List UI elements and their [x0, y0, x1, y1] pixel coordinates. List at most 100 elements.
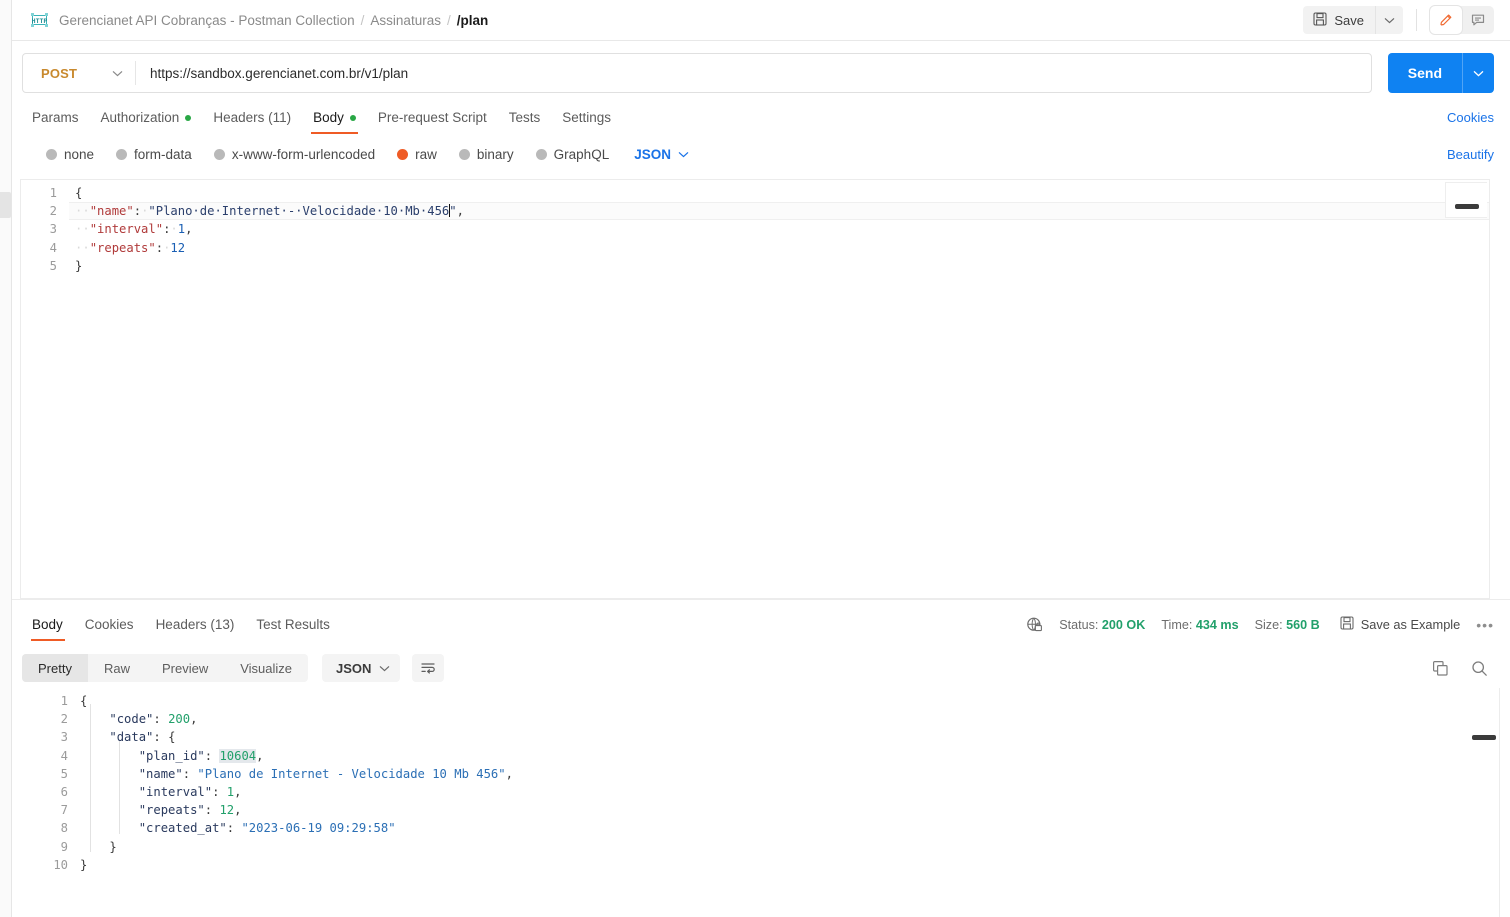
code-line[interactable]: "data": { [80, 728, 1510, 746]
code-line[interactable]: } [75, 257, 1489, 275]
code-line[interactable]: "repeats": 12, [80, 801, 1510, 819]
response-tabs: Body Cookies Headers (13) Test Results S… [12, 608, 1510, 641]
code-line[interactable]: } [80, 838, 1510, 856]
response-tab-cookies[interactable]: Cookies [74, 617, 145, 641]
tab-headers[interactable]: Headers (11) [202, 110, 302, 134]
editor-horizontal-scrollbar[interactable] [1455, 204, 1479, 209]
body-type-form-data[interactable]: form-data [105, 147, 203, 162]
save-button[interactable]: Save [1303, 6, 1375, 34]
edit-mode-button[interactable] [1430, 6, 1462, 34]
editor-code-content[interactable]: {··"name":·"Plano·de·Internet·-·Velocida… [75, 180, 1489, 275]
response-scroll-marker[interactable] [1472, 735, 1496, 740]
radio-icon [535, 148, 547, 160]
view-mode-pretty[interactable]: Pretty [22, 654, 88, 682]
tab-params[interactable]: Params [22, 110, 90, 134]
comments-button[interactable] [1462, 6, 1494, 34]
code-token: "name" [89, 204, 134, 219]
send-button[interactable]: Send [1388, 53, 1462, 93]
save-dropdown-button[interactable] [1375, 6, 1403, 34]
code-line[interactable]: "plan_id": 10604, [80, 747, 1510, 765]
code-line[interactable]: { [75, 184, 1489, 202]
svg-text:HTTP: HTTP [32, 17, 48, 25]
request-body-editor[interactable]: 12345 {··"name":·"Plano·de·Internet·-·Ve… [20, 179, 1490, 599]
wrap-lines-button[interactable] [412, 654, 445, 682]
copy-icon[interactable] [1432, 660, 1449, 677]
line-number: 9 [60, 839, 68, 854]
code-line[interactable]: } [80, 856, 1510, 874]
search-icon[interactable] [1471, 660, 1488, 677]
line-number: 3 [49, 222, 57, 237]
code-token: "2023-06-19 09:29:58" [241, 821, 396, 836]
ellipsis-icon[interactable]: ••• [1476, 617, 1494, 633]
code-token: "plan_id" [138, 748, 205, 763]
tab-settings[interactable]: Settings [551, 110, 622, 134]
response-tab-headers[interactable]: Headers (13) [145, 617, 246, 641]
save-button-label: Save [1334, 12, 1364, 28]
header-divider [1416, 9, 1417, 31]
code-token: "created_at" [138, 821, 227, 836]
view-mode-visualize[interactable]: Visualize [224, 654, 308, 682]
code-line[interactable]: "code": 200, [80, 710, 1510, 728]
chevron-down-icon [112, 70, 123, 76]
cookies-link[interactable]: Cookies [1447, 110, 1494, 134]
breadcrumb-collection[interactable]: Gerencianet API Cobranças - Postman Coll… [59, 13, 355, 28]
status-code-stat[interactable]: Status: 200 OK [1059, 618, 1145, 632]
response-tab-body[interactable]: Body [22, 617, 74, 641]
view-mode-raw[interactable]: Raw [88, 654, 146, 682]
time-label: Time: [1161, 617, 1193, 632]
response-tab-test-results[interactable]: Test Results [245, 617, 341, 641]
response-code-content[interactable]: { "code": 200, "data": { "plan_id": 1060… [80, 688, 1510, 874]
http-method-select[interactable]: POST [23, 54, 135, 92]
sidebar-resize-handle[interactable] [0, 192, 11, 218]
chevron-down-icon [1384, 17, 1395, 23]
code-line[interactable]: ··"name":·"Plano·de·Internet·-·Velocidad… [75, 202, 1489, 220]
response-panel-divider[interactable] [12, 599, 1510, 600]
code-token: } [75, 258, 83, 273]
view-mode-preview[interactable]: Preview [146, 654, 224, 682]
send-dropdown-button[interactable] [1462, 53, 1494, 93]
body-type-raw[interactable]: raw [386, 147, 448, 162]
code-line[interactable]: ··"interval":·1, [75, 220, 1489, 238]
beautify-link[interactable]: Beautify [1447, 147, 1494, 162]
line-number: 8 [60, 821, 68, 836]
response-size-stat[interactable]: Size: 560 B [1255, 618, 1320, 632]
code-line[interactable]: "interval": 1, [80, 783, 1510, 801]
tab-authorization[interactable]: Authorization [90, 110, 203, 134]
line-number: 5 [60, 766, 68, 781]
body-type-none[interactable]: none [22, 147, 105, 162]
code-line[interactable]: "name": "Plano de Internet - Velocidade … [80, 765, 1510, 783]
chevron-down-icon [380, 665, 390, 671]
tab-tests[interactable]: Tests [498, 110, 552, 134]
code-line[interactable]: { [80, 692, 1510, 710]
tab-label: Params [32, 110, 79, 125]
code-token: 12 [170, 240, 186, 255]
url-input[interactable]: https://sandbox.gerencianet.com.br/v1/pl… [136, 66, 1371, 81]
code-token: "repeats" [89, 240, 156, 255]
tab-body[interactable]: Body [302, 110, 367, 134]
response-body-viewer[interactable]: 1 2 3 4 5 6 7 8 9 10 { "code": 200, "data": { "pl… [12, 688, 1510, 917]
body-type-label: none [64, 146, 95, 162]
code-line[interactable]: ··"repeats":·12 [75, 239, 1489, 257]
body-format-select[interactable]: JSON [620, 147, 695, 162]
response-time-stat[interactable]: Time: 434 ms [1161, 618, 1238, 632]
url-input-group: POST https://sandbox.gerencianet.com.br/… [22, 53, 1372, 93]
line-number: 5 [49, 258, 57, 273]
breadcrumb-folder[interactable]: Assinaturas [370, 13, 441, 28]
body-type-binary[interactable]: binary [448, 147, 525, 162]
breadcrumb-request[interactable]: /plan [457, 13, 489, 28]
tab-label: Test Results [256, 617, 330, 632]
save-as-example-button[interactable]: Save as Example [1340, 616, 1460, 633]
code-token: "data" [109, 730, 154, 745]
response-format-select[interactable]: JSON [322, 654, 401, 682]
tab-pre-request-script[interactable]: Pre-request Script [367, 110, 498, 134]
line-number: 6 [60, 784, 68, 799]
response-format-label: JSON [336, 660, 372, 676]
code-line[interactable]: "created_at": "2023-06-19 09:29:58" [80, 819, 1510, 837]
code-token: 1 [177, 222, 186, 237]
body-type-graphql[interactable]: GraphQL [525, 147, 621, 162]
body-type-urlencoded[interactable]: x-www-form-urlencoded [203, 147, 386, 162]
globe-lock-icon[interactable] [1026, 616, 1043, 633]
